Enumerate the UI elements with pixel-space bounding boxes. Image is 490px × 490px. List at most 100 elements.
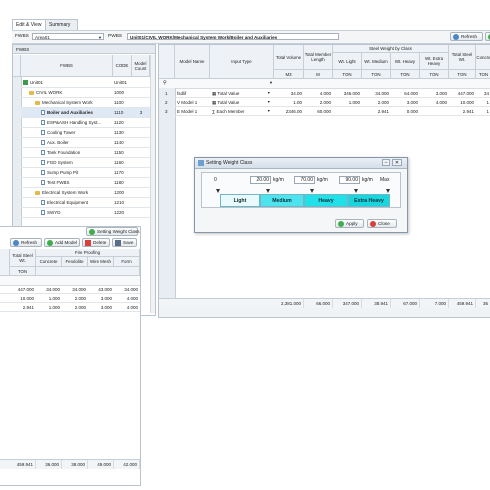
refresh-button[interactable]: Refresh [450,32,483,41]
tree-row[interactable]: Sump Pump Pit 1170 [21,168,150,178]
unit-length: M [304,70,333,79]
tree-count [134,188,148,197]
overlay-refresh-button[interactable]: Refresh [10,238,42,247]
tree-row[interactable]: Tank Foundation 1150 [21,148,150,158]
tree-row[interactable]: Unit01 Unit01 [21,78,150,88]
overlay-save-button[interactable]: Save [112,238,137,247]
overlay-total-cell: 42.000 [114,460,140,469]
overlay-col-concrete[interactable]: Concrete [36,257,62,267]
tree-node[interactable]: Electrical Equipment [41,198,113,207]
overlay-col-form[interactable]: Form [114,257,140,267]
apply-button[interactable]: Apply [335,219,364,228]
col-input-type[interactable]: Input Type [210,45,274,79]
tree-row[interactable]: FGD System 1160 [21,158,150,168]
table-row[interactable]: 447.000 34.000 34.000 43.000 34.000 [0,285,140,294]
row-divider [0,311,140,312]
add-model-button[interactable] [485,32,490,41]
document-icon [41,210,45,216]
tree-col-fwbs[interactable]: FWBS [21,55,113,77]
col-total-member-length[interactable]: Total Member Length [304,45,333,70]
grid-filter-row[interactable]: ⚲ ▼ [159,79,490,89]
tree-node[interactable]: Electrical System Work [35,188,113,197]
tree-node[interactable]: Test FWBS [41,178,113,187]
tree-code: Unit01 [114,80,128,85]
tree-node[interactable]: Aux. Boiler [41,138,113,147]
tree-count [134,168,148,177]
tree-row[interactable]: Electrical Equipment 1210 [21,198,150,208]
tree-code: 1150 [114,150,124,155]
tree-node[interactable]: CIVIL WORK [29,88,113,97]
tree-row[interactable]: CIVIL WORK 1000 [21,88,150,98]
col-wt-light[interactable]: Wt. Light [333,53,362,70]
tree-row[interactable]: Boiler and Auxiliaries 1110 3 [21,108,150,118]
tree-row[interactable]: Aux. Boiler 1140 [21,138,150,148]
weight-class-1[interactable]: Light [220,194,260,207]
overlay-col-fendolite[interactable]: Fendolite [62,257,88,267]
overlay-col-wire-mesh[interactable]: Wire Mesh [88,257,114,267]
threshold-input[interactable]: 20.00 [250,176,271,184]
table-row[interactable]: 2V Model 1 ▦ Total Value ▼ 1.00 2.000 1.000 2.… [159,98,490,107]
col-model-name[interactable]: Model Name [175,45,210,79]
tree-col-count[interactable]: Model Count [132,55,150,77]
tree-node[interactable]: Tank Foundation [41,148,113,157]
col-total-volume[interactable]: Total Volume [274,45,304,70]
tab-summary[interactable]: Summary [45,19,78,30]
col-total-steel-wt[interactable]: Total Steel Wt. [449,45,476,70]
tree-node-label: Mechanical System Work [42,100,93,105]
tree-row[interactable]: ESP&ASH Handling Syst... 1120 [21,118,150,128]
unit-concrete: TON [476,70,490,79]
tree-code: 1000 [114,90,125,95]
tree-row[interactable]: Cooling Tower 1130 [21,128,150,138]
dialog-titlebar[interactable]: Setting Weight Class – ✕ [195,158,407,169]
weight-class-2[interactable]: Medium [260,194,304,207]
refresh-icon [13,240,19,246]
grid-hscrollbar[interactable] [159,307,490,317]
tree-node-label: Sump Pump Pit [47,170,79,175]
tree-node-label: CIVIL WORK [36,90,63,95]
weight-class-4[interactable]: Extra Heavy [348,194,390,207]
tree-node[interactable]: ESP&ASH Handling Syst... [41,118,113,127]
weight-class-3[interactable]: Heavy [304,194,348,207]
overlay-delete-button[interactable]: Delete [82,238,110,247]
tree-node[interactable]: Unit01 [23,78,113,87]
threshold-input[interactable]: 70.00 [294,176,315,184]
tree-node[interactable]: SWYD [41,208,113,217]
col-wt-extra-heavy[interactable]: Wt. Extra Heavy [420,53,449,70]
tree-scrollbar[interactable] [150,55,155,313]
close-icon[interactable]: ✕ [392,159,402,166]
overlay-refresh-label: Refresh [21,240,38,245]
table-row[interactable]: 10.000 1.000 2.000 3.000 4.000 [0,294,140,303]
col-concrete[interactable]: Concre [476,45,490,70]
tree-node[interactable]: FGD System [41,158,113,167]
pwbs-select[interactable]: Unit01/CIVIL WORK/Mechanical System Work… [127,33,339,40]
close-button[interactable]: Close [367,219,397,228]
marker-icon [386,189,390,193]
pwbs-select-value: Unit01/CIVIL WORK/Mechanical System Work… [130,35,278,40]
table-row[interactable]: 3E Model 1 ∑ Each Member ▼ 2346.00 60.000 2.9… [159,107,490,116]
tree-node[interactable]: Cooling Tower [41,128,113,137]
overlay-add-model-button[interactable]: Add Model [44,238,80,247]
input-type-label: Total Value [217,100,240,105]
tree-row[interactable]: Test FWBS 1180 [21,178,150,188]
col-wt-heavy[interactable]: Wt. Heavy [391,53,420,70]
tree-row[interactable]: Mechanical System Work 1100 [21,98,150,108]
tree-row[interactable]: Electrical System Work 1200 [21,188,150,198]
setting-weight-class-button[interactable]: Setting Weight Class [86,227,140,236]
document-icon [41,160,45,166]
overlay-col-total-steel[interactable]: Total Steel Wt. [10,249,36,267]
table-row[interactable]: 1 fsdlif ▦ Total Value ▼ 34.00 4.000 346.000 34… [159,89,490,98]
col-wt-medium[interactable]: Wt. Medium [362,53,391,70]
fwbs-select[interactable]: Area01 ▼ [32,33,104,40]
tree-node[interactable]: Mechanical System Work [35,98,113,107]
unit-light: TON [333,70,362,79]
tree-node[interactable]: Boiler and Auxiliaries [41,108,113,117]
table-row[interactable]: 2.941 1.000 2.000 3.000 4.000 [0,303,140,312]
delete-icon [85,240,91,246]
threshold-input[interactable]: 90.00 [339,176,360,184]
plus-icon [47,240,53,246]
tree-node[interactable]: Sump Pump Pit [41,168,113,177]
tree-row[interactable]: SWYD 1220 [21,208,150,218]
min-label: 0 [214,177,217,183]
minimize-button[interactable]: – [382,159,390,166]
tree-col-code[interactable]: CODE [113,55,132,77]
